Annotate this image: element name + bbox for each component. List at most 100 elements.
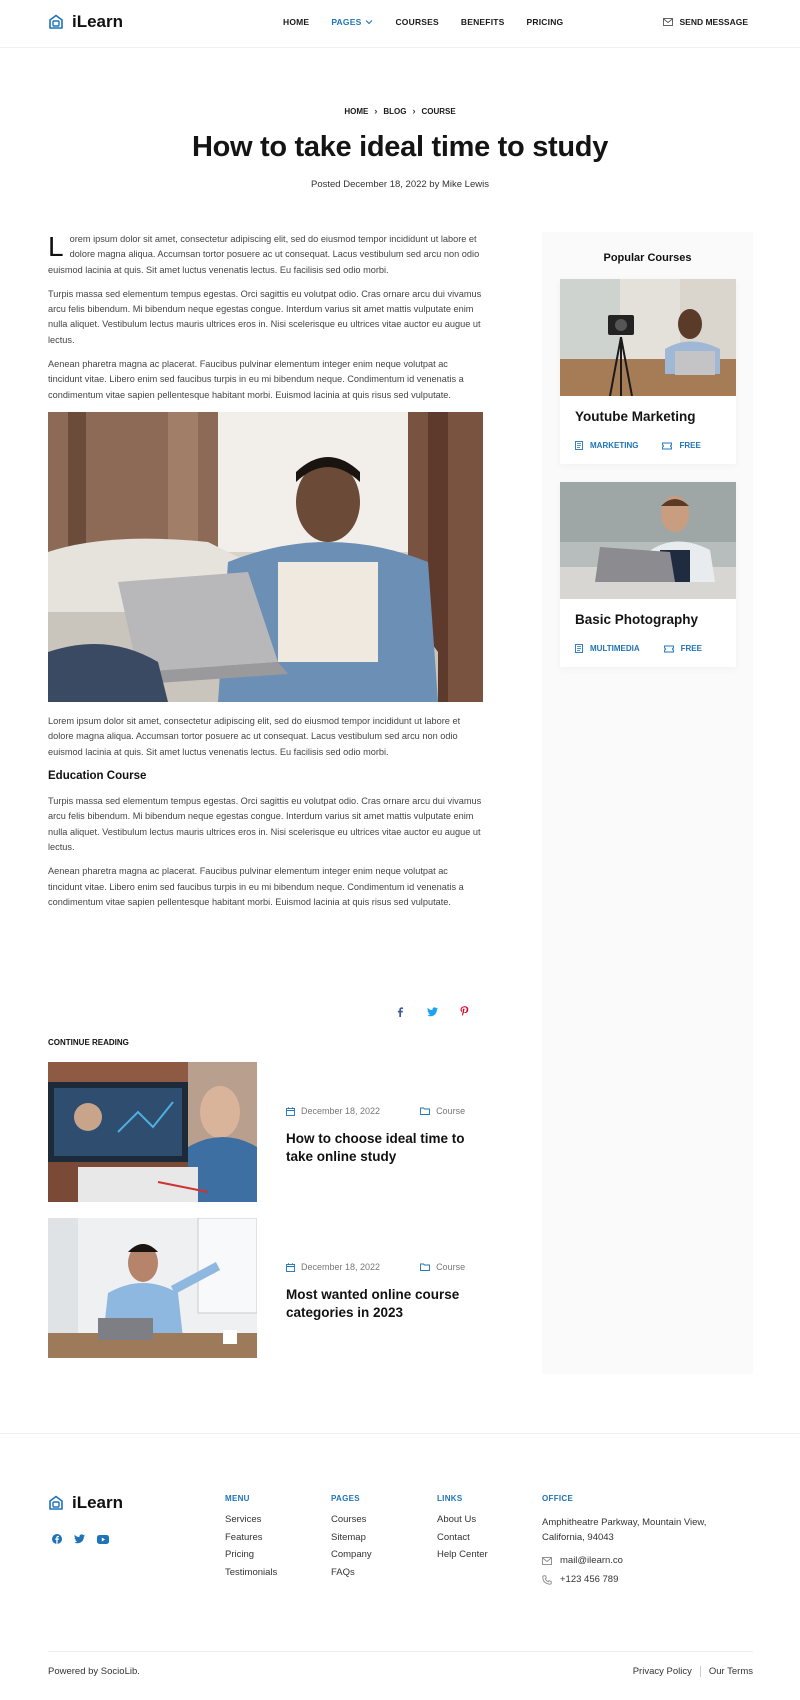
legal-links: Privacy Policy Our Terms <box>633 1666 753 1677</box>
article-paragraph: Aenean pharetra magna ac placerat. Fauci… <box>48 359 464 400</box>
footer-link[interactable]: Pricing <box>225 1550 277 1560</box>
footer-bottom-divider <box>48 1651 753 1652</box>
footer-logo-text: iLearn <box>72 1493 124 1512</box>
email-text: mail@ilearn.co <box>560 1555 623 1566</box>
article-paragraph: Turpis massa sed elementum tempus egesta… <box>48 288 482 345</box>
footer-heading: PAGES <box>331 1494 360 1503</box>
sidebar: Popular Courses Youtube Marketing MARKET… <box>542 232 753 1374</box>
footer-heading: OFFICE <box>542 1494 574 1503</box>
pinterest-icon[interactable] <box>460 1004 469 1022</box>
footer-link[interactable]: Services <box>225 1515 277 1525</box>
social-links <box>52 1531 109 1549</box>
chevron-right-icon: › <box>374 106 378 116</box>
share-buttons <box>396 1004 469 1022</box>
calendar-icon <box>286 1106 295 1116</box>
related-post-image <box>48 1062 257 1202</box>
breadcrumb-blog[interactable]: BLOG <box>383 107 406 116</box>
terms-link[interactable]: Our Terms <box>709 1666 753 1677</box>
logo-icon <box>48 14 64 30</box>
page-title: How to take ideal time to study <box>191 131 609 163</box>
footer-link[interactable]: Features <box>225 1532 277 1543</box>
article-paragraph: Turpis massa sed elementum tempus egesta… <box>48 796 482 853</box>
related-post-title[interactable]: How to choose ideal time to take online … <box>286 1130 482 1166</box>
nav-pricing[interactable]: PRICING <box>527 17 564 27</box>
course-price: FREE <box>679 441 701 450</box>
phone-text: +123 456 789 <box>560 1574 619 1585</box>
article-paragraph: Lorem ipsum dolor sit amet, consectetur … <box>48 715 461 757</box>
footer-office-column: OFFICE Amphitheatre Parkway, Mountain Vi… <box>542 1494 732 1593</box>
sidebar-title: Popular Courses <box>603 252 692 264</box>
chevron-down-icon <box>366 20 373 25</box>
course-tags: MARKETING FREE <box>575 441 701 450</box>
contact-email[interactable]: mail@ilearn.co <box>542 1555 732 1566</box>
nav-home[interactable]: HOME <box>283 17 309 27</box>
footer-pages-column: PAGES Courses Sitemap Company FAQs <box>331 1494 372 1585</box>
course-image <box>560 279 736 396</box>
article-paragraph: Aenean pharetra magna ac placerat. Fauci… <box>48 866 464 907</box>
footer-link[interactable]: Courses <box>331 1515 372 1525</box>
article-paragraph: Lorem ipsum dolor sit amet, consectetur … <box>48 232 484 278</box>
course-category: MULTIMEDIA <box>590 644 640 653</box>
contact-phone[interactable]: +123 456 789 <box>542 1574 732 1585</box>
related-post-meta: December 18, 2022 Course <box>286 1106 465 1116</box>
footer-link[interactable]: Testimonials <box>225 1567 277 1578</box>
folder-icon <box>420 1263 431 1271</box>
breadcrumb-home[interactable]: HOME <box>344 107 368 116</box>
book-icon <box>575 441 583 450</box>
course-card[interactable]: Youtube Marketing MARKETING FREE <box>560 279 736 464</box>
footer-link[interactable]: Help Center <box>437 1550 488 1560</box>
facebook-icon[interactable] <box>396 1004 405 1022</box>
post-date: December 18, 2022 <box>301 1262 381 1272</box>
post-category[interactable]: Course <box>436 1262 465 1272</box>
send-message-button[interactable]: SEND MESSAGE <box>662 17 749 27</box>
privacy-policy-link[interactable]: Privacy Policy <box>633 1666 692 1677</box>
chevron-right-icon: › <box>412 106 416 116</box>
course-title[interactable]: Youtube Marketing <box>575 409 696 424</box>
post-meta: Posted December 18, 2022 by Mike Lewis <box>311 179 489 190</box>
footer-heading: LINKS <box>437 1494 463 1503</box>
footer-link[interactable]: Sitemap <box>331 1532 372 1543</box>
course-price: FREE <box>680 644 702 653</box>
nav-courses[interactable]: COURSES <box>395 17 438 27</box>
course-category: MARKETING <box>590 441 639 450</box>
post-date: December 18, 2022 <box>301 1106 381 1116</box>
breadcrumb: HOME › BLOG › COURSE <box>0 106 800 116</box>
dropcap: L <box>48 231 64 262</box>
send-message-label: SEND MESSAGE <box>679 17 749 27</box>
office-address: Amphitheatre Parkway, Mountain View, Cal… <box>542 1517 707 1543</box>
twitter-icon[interactable] <box>427 1004 438 1022</box>
twitter-icon[interactable] <box>74 1531 85 1549</box>
nav-benefits[interactable]: BENEFITS <box>461 17 505 27</box>
powered-by[interactable]: Powered by SocioLib. <box>48 1666 140 1677</box>
nav-pages[interactable]: PAGES <box>331 17 373 27</box>
mail-icon <box>542 1556 552 1565</box>
footer-menu-column: MENU Services Features Pricing Testimoni… <box>225 1494 277 1585</box>
article-body: Lorem ipsum dolor sit amet, consectetur … <box>48 232 484 919</box>
footer-logo[interactable]: iLearn <box>48 1493 123 1513</box>
section-heading: Education Course <box>48 769 147 782</box>
footer-link[interactable]: About Us <box>437 1515 488 1525</box>
book-icon <box>575 644 583 653</box>
ticket-icon <box>663 645 674 652</box>
related-post[interactable]: December 18, 2022 Course How to choose i… <box>48 1062 484 1202</box>
folder-icon <box>420 1107 431 1115</box>
footer-heading: MENU <box>225 1494 250 1503</box>
course-card[interactable]: Basic Photography MULTIMEDIA FREE <box>560 482 736 667</box>
breadcrumb-course: COURSE <box>421 106 456 116</box>
footer-link[interactable]: Contact <box>437 1532 488 1543</box>
facebook-icon[interactable] <box>52 1531 62 1549</box>
post-category[interactable]: Course <box>436 1106 465 1116</box>
footer-link[interactable]: Company <box>331 1550 372 1560</box>
related-post-title[interactable]: Most wanted online course categories in … <box>286 1286 482 1322</box>
youtube-icon[interactable] <box>97 1531 109 1549</box>
site-header: iLearn HOME PAGES COURSES BENEFITS PRICI… <box>0 0 800 48</box>
logo[interactable]: iLearn <box>48 12 123 32</box>
article-image <box>48 411 483 702</box>
legal-divider <box>699 1666 701 1677</box>
course-title[interactable]: Basic Photography <box>575 612 698 627</box>
course-tags: MULTIMEDIA FREE <box>575 644 702 653</box>
footer-link[interactable]: FAQs <box>331 1567 372 1578</box>
related-post[interactable]: December 18, 2022 Course Most wanted onl… <box>48 1218 484 1358</box>
logo-text: iLearn <box>72 12 124 31</box>
related-post-meta: December 18, 2022 Course <box>286 1262 465 1272</box>
